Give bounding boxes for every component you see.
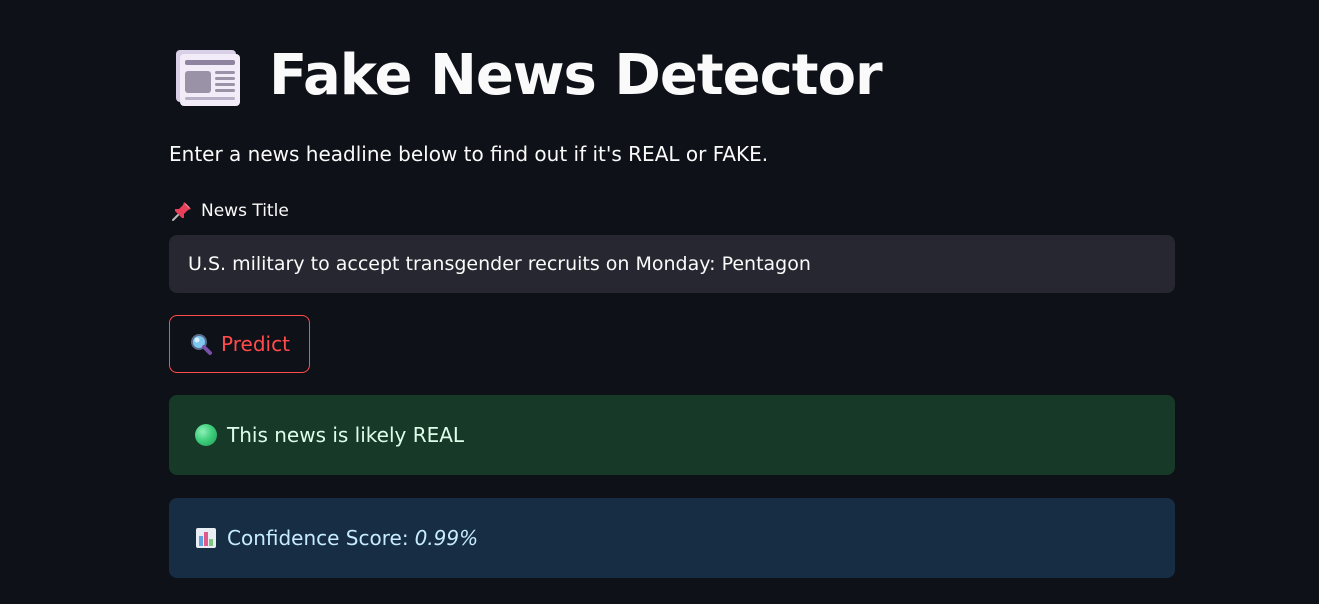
- page-subtitle: Enter a news headline below to find out …: [169, 142, 769, 166]
- page-title: Fake News Detector: [269, 43, 883, 108]
- pushpin-icon: [171, 200, 193, 222]
- news-title-label-text: News Title: [201, 201, 289, 221]
- confidence-value: 0.99%: [414, 526, 479, 550]
- predict-button-label: Predict: [221, 332, 290, 356]
- prediction-result-alert: This news is likely REAL: [169, 395, 1175, 475]
- green-circle-icon: [195, 424, 217, 446]
- page-header: Fake News Detector: [175, 40, 883, 112]
- prediction-text: This news is likely REAL: [227, 423, 465, 447]
- confidence-score-alert: Confidence Score: 0.99%: [169, 498, 1175, 578]
- news-title-input[interactable]: [169, 235, 1175, 293]
- news-title-label: News Title: [171, 200, 289, 222]
- confidence-label: Confidence Score:: [227, 526, 409, 550]
- bar-chart-icon: [195, 527, 217, 549]
- newspaper-icon: [175, 46, 241, 106]
- magnifying-glass-icon: [189, 332, 213, 356]
- predict-button[interactable]: Predict: [169, 315, 310, 373]
